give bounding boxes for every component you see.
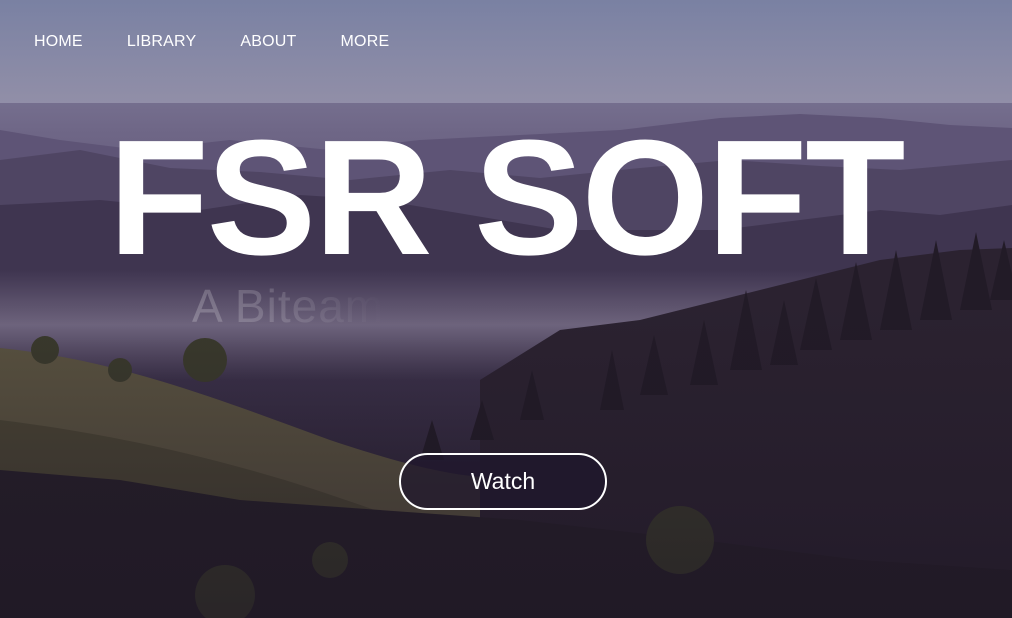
nav-item-more[interactable]: MORE — [341, 32, 390, 52]
nav-item-home[interactable]: HOME — [34, 32, 83, 52]
nav-item-library[interactable]: LIBRARY — [127, 32, 197, 52]
nav-menu: HOME LIBRARY ABOUT MORE — [34, 32, 389, 52]
hero-subtitle: A Biteam — [192, 280, 385, 332]
top-navigation-bar: HOME LIBRARY ABOUT MORE — [0, 0, 1012, 103]
watch-button[interactable]: Watch — [399, 453, 607, 510]
hero-section: HOME LIBRARY ABOUT MORE FSR SOFT A Bitea… — [0, 0, 1012, 618]
nav-item-about[interactable]: ABOUT — [240, 32, 296, 52]
hero-title: FSR SOFT — [108, 106, 906, 289]
